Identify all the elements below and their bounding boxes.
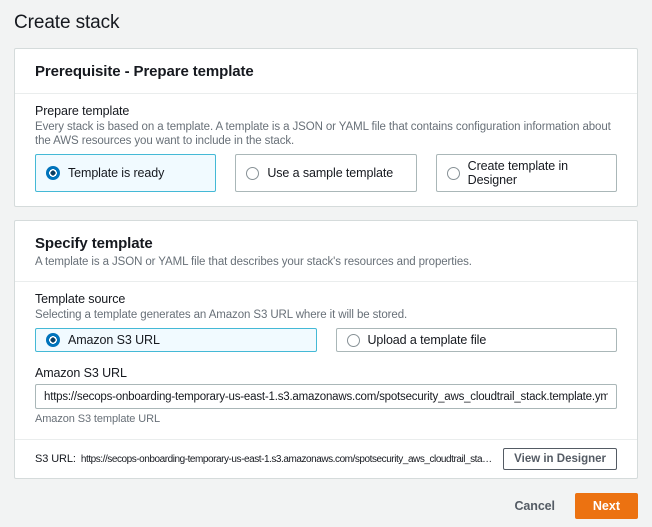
- radio-tile-use-sample-template[interactable]: Use a sample template: [235, 154, 416, 192]
- template-source-label: Template source: [35, 291, 617, 307]
- prepare-template-label: Prepare template: [35, 103, 617, 119]
- create-stack-page: Create stack Prerequisite - Prepare temp…: [0, 0, 652, 527]
- radio-selected-icon: [46, 333, 60, 347]
- amazon-s3-url-helper: Amazon S3 template URL: [35, 413, 617, 425]
- amazon-s3-url-input[interactable]: [35, 384, 617, 409]
- radio-selected-icon: [46, 166, 60, 180]
- radio-tile-amazon-s3-url[interactable]: Amazon S3 URL: [35, 328, 317, 352]
- specify-template-card: Specify template A template is a JSON or…: [14, 220, 638, 479]
- specify-template-card-description: A template is a JSON or YAML file that d…: [35, 255, 617, 269]
- prerequisite-card: Prerequisite - Prepare template Prepare …: [14, 48, 638, 207]
- radio-tile-label: Amazon S3 URL: [68, 333, 160, 347]
- view-in-designer-button[interactable]: View in Designer: [503, 448, 617, 470]
- radio-unselected-icon: [347, 334, 360, 347]
- next-button[interactable]: Next: [575, 493, 638, 519]
- amazon-s3-url-label: Amazon S3 URL: [35, 365, 617, 381]
- specify-template-card-header: Specify template A template is a JSON or…: [15, 221, 637, 282]
- radio-tile-label: Use a sample template: [267, 166, 393, 180]
- prerequisite-card-header: Prerequisite - Prepare template: [15, 49, 637, 94]
- cancel-button[interactable]: Cancel: [515, 499, 555, 513]
- radio-unselected-icon: [246, 167, 259, 180]
- template-source-description: Selecting a template generates an Amazon…: [35, 308, 617, 322]
- prepare-template-options: Template is ready Use a sample template …: [35, 154, 617, 192]
- radio-tile-upload-template-file[interactable]: Upload a template file: [336, 328, 618, 352]
- specify-template-card-title: Specify template: [35, 234, 617, 253]
- prerequisite-card-title: Prerequisite - Prepare template: [35, 62, 617, 81]
- page-title: Create stack: [14, 11, 638, 35]
- radio-tile-label: Upload a template file: [368, 333, 487, 347]
- prerequisite-card-body: Prepare template Every stack is based on…: [15, 94, 637, 206]
- radio-unselected-icon: [447, 167, 460, 180]
- s3-url-summary-value: https://secops-onboarding-temporary-us-e…: [81, 454, 495, 465]
- specify-template-card-body: Template source Selecting a template gen…: [15, 282, 637, 439]
- template-source-options: Amazon S3 URL Upload a template file: [35, 328, 617, 352]
- radio-tile-label: Template is ready: [68, 166, 164, 180]
- s3-url-summary-label: S3 URL:: [35, 453, 76, 465]
- wizard-actions: Cancel Next: [14, 492, 638, 527]
- radio-tile-template-is-ready[interactable]: Template is ready: [35, 154, 216, 192]
- s3-url-summary-row: S3 URL: https://secops-onboarding-tempor…: [15, 439, 637, 478]
- radio-tile-create-in-designer[interactable]: Create template in Designer: [436, 154, 617, 192]
- prepare-template-description: Every stack is based on a template. A te…: [35, 120, 617, 148]
- radio-tile-label: Create template in Designer: [468, 159, 606, 187]
